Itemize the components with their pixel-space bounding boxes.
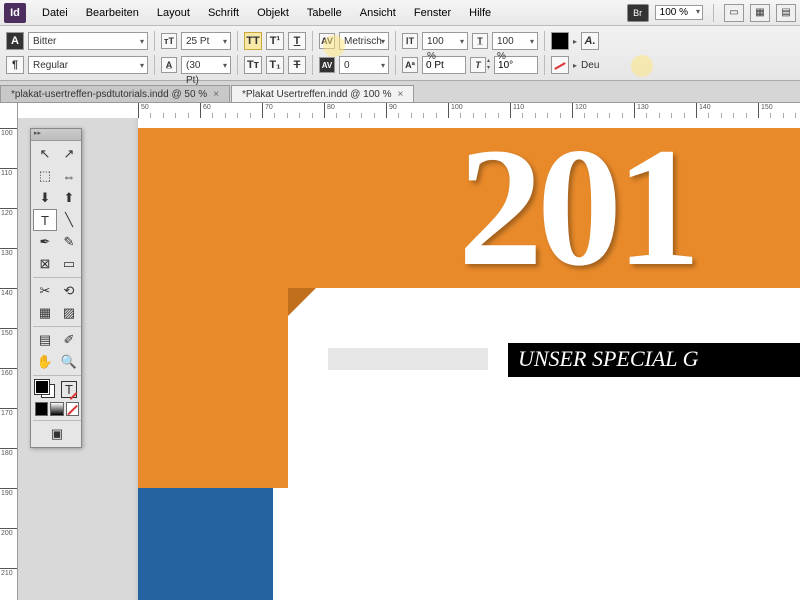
type-tool-icon[interactable]: T (33, 209, 57, 231)
close-icon[interactable]: × (213, 89, 219, 100)
menu-ansicht[interactable]: Ansicht (352, 4, 404, 22)
stroke-swatch-icon[interactable] (551, 56, 569, 74)
pen-tool-icon[interactable]: ✒ (33, 231, 57, 253)
content-placer-icon[interactable]: ⬆ (57, 187, 81, 209)
screen-mode-icon[interactable]: ▭ (724, 4, 744, 22)
menu-tabelle[interactable]: Tabelle (299, 4, 350, 22)
menu-objekt[interactable]: Objekt (249, 4, 297, 22)
gap-tool-icon[interactable]: ⇔ (57, 165, 81, 187)
note-tool-icon[interactable]: ▤ (33, 329, 57, 351)
control-panel: A Bitter тT 25 Pt TT T¹ T A͏V Metrisch Ⅰ… (0, 26, 800, 81)
close-icon[interactable]: × (398, 89, 404, 100)
language-label-partial: Deu (581, 60, 599, 71)
format-container-icon[interactable]: T (57, 378, 81, 400)
app-logo-icon: Id (4, 3, 26, 23)
baseline-icon: Aª (402, 57, 418, 73)
free-transform-icon[interactable]: ⟲ (57, 280, 81, 302)
menu-schrift[interactable]: Schrift (200, 4, 247, 22)
hand-tool-icon[interactable]: ✋ (33, 351, 57, 373)
page-tool-icon[interactable]: ⬚ (33, 165, 57, 187)
document-tabs: *plakat-usertreffen-psdtutorials.indd @ … (0, 81, 800, 103)
menu-datei[interactable]: Datei (34, 4, 76, 22)
leading-icon: A̲ (161, 57, 177, 73)
font-size-icon: тT (161, 33, 177, 49)
tracking-combo[interactable]: 0 (339, 56, 389, 74)
font-family-combo[interactable]: Bitter (28, 32, 148, 50)
apply-gradient-icon[interactable] (50, 402, 63, 416)
view-mode-icon[interactable]: ▣ (33, 423, 81, 445)
kerning-icon: A͏V (319, 33, 335, 49)
menu-hilfe[interactable]: Hilfe (461, 4, 499, 22)
skew-icon: T (470, 57, 486, 73)
superscript-icon[interactable]: T¹ (266, 32, 284, 50)
zoom-level-combo[interactable]: 100 % (655, 5, 703, 20)
menu-fenster[interactable]: Fenster (406, 4, 459, 22)
vscale-icon: ⅠT (402, 33, 418, 49)
vertical-ruler[interactable]: 100110120130140150160170180190200210 (0, 118, 18, 600)
tracking-icon: AV (319, 57, 335, 73)
strikethrough-icon[interactable]: T (288, 56, 306, 74)
canvas[interactable]: 201 UNSER SPECIAL G (18, 118, 800, 600)
special-text-frame[interactable]: UNSER SPECIAL G (508, 343, 800, 377)
scissors-tool-icon[interactable]: ✂ (33, 280, 57, 302)
font-size-combo[interactable]: 25 Pt (181, 32, 231, 50)
eyedropper-tool-icon[interactable]: ✐ (57, 329, 81, 351)
direct-selection-tool-icon[interactable]: ↗ (57, 143, 81, 165)
arrange-docs-icon[interactable]: ▦ (750, 4, 770, 22)
hscale-icon: T̲ (472, 33, 488, 49)
vscale-combo[interactable]: 100 % (422, 32, 468, 50)
menu-bearbeiten[interactable]: Bearbeiten (78, 4, 147, 22)
apply-color-icon[interactable] (35, 402, 48, 416)
fill-swatch-icon[interactable] (551, 32, 569, 50)
tab-label: *plakat-usertreffen-psdtutorials.indd @ … (11, 89, 207, 100)
tools-panel[interactable]: ↖ ↗ ⬚ ⇔ ⬇ ⬆ T ╲ ✒ ✎ ⊠ ▭ ✂ ⟲ ▦ ▨ ▤ ✐ ✋ 🔍 (30, 128, 82, 448)
hscale-combo[interactable]: 100 % (492, 32, 538, 50)
gradient-swatch-icon[interactable]: ▦ (33, 302, 57, 324)
paragraph-mode-icon[interactable]: ¶ (6, 56, 24, 74)
zoom-tool-icon[interactable]: 🔍 (57, 351, 81, 373)
menu-bar: Id Datei Bearbeiten Layout Schrift Objek… (0, 0, 800, 26)
workspace-icon[interactable]: ▤ (776, 4, 796, 22)
year-text[interactable]: 201 (458, 118, 695, 305)
smallcaps-icon[interactable]: Tᴛ (244, 56, 262, 74)
fill-color-icon[interactable] (35, 380, 49, 394)
doc-tab-2[interactable]: *Plakat Usertreffen.indd @ 100 % × (231, 85, 414, 102)
content-collector-icon[interactable]: ⬇ (33, 187, 57, 209)
bridge-icon[interactable]: Br (627, 4, 649, 22)
panel-grip-icon[interactable] (31, 129, 81, 141)
rectangle-frame-icon[interactable]: ⊠ (33, 253, 57, 275)
font-style-combo[interactable]: Regular (28, 56, 148, 74)
pencil-tool-icon[interactable]: ✎ (57, 231, 81, 253)
tab-label: *Plakat Usertreffen.indd @ 100 % (242, 89, 392, 100)
selection-tool-icon[interactable]: ↖ (33, 143, 57, 165)
pasteboard: 201 UNSER SPECIAL G (18, 118, 800, 600)
charstyle-icon[interactable]: A. (581, 32, 599, 50)
skew-spinner[interactable]: ▴▾ (487, 58, 490, 72)
gray-strip-shape[interactable] (328, 348, 488, 370)
leading-combo[interactable]: (30 Pt) (181, 56, 231, 74)
menubar-separator (713, 4, 714, 22)
character-mode-icon[interactable]: A (6, 32, 24, 50)
allcaps-icon[interactable]: TT (244, 32, 262, 50)
orange-flap-shape[interactable] (138, 288, 288, 488)
gradient-feather-icon[interactable]: ▨ (57, 302, 81, 324)
workspace: 100110120130140150160170180190200210 201… (0, 118, 800, 600)
apply-none-icon[interactable] (66, 402, 79, 416)
underline-icon[interactable]: T (288, 32, 306, 50)
kerning-combo[interactable]: Metrisch (339, 32, 389, 50)
fill-stroke-swatch[interactable] (33, 378, 57, 400)
menu-layout[interactable]: Layout (149, 4, 198, 22)
subscript-icon[interactable]: T₁ (266, 56, 284, 74)
line-tool-icon[interactable]: ╲ (57, 209, 81, 231)
rectangle-tool-icon[interactable]: ▭ (57, 253, 81, 275)
